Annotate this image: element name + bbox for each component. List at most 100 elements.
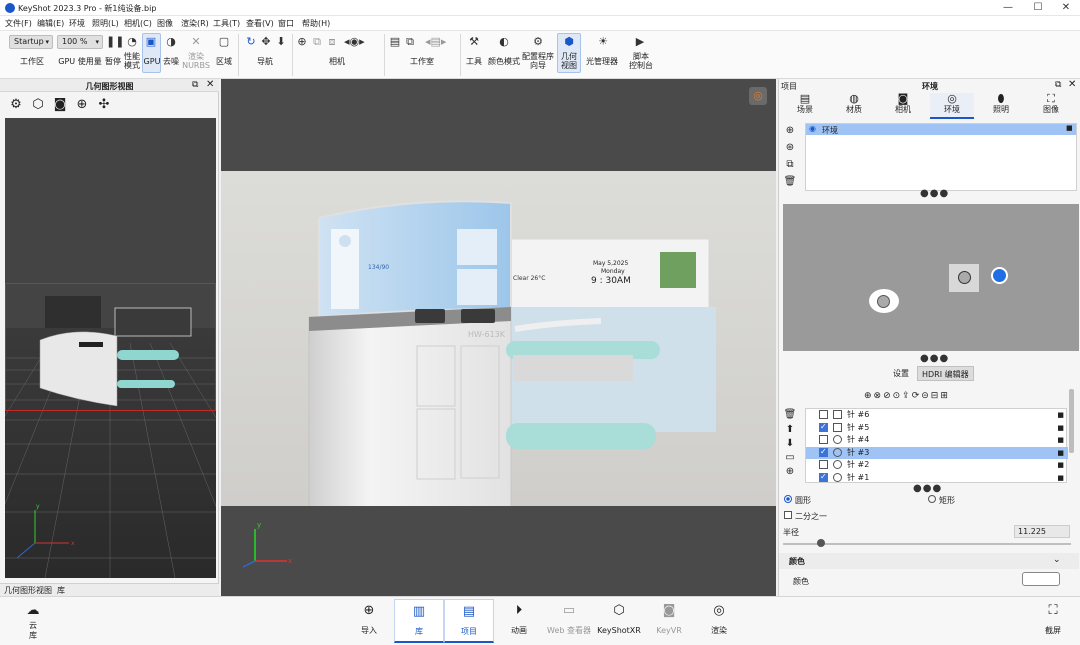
half-checkbox[interactable] (784, 511, 792, 519)
tab-settings[interactable]: 设置 (889, 366, 913, 381)
project-button[interactable]: ▤ 项目 (444, 599, 494, 643)
shape-rect-radio[interactable] (928, 495, 936, 503)
splitter-handle[interactable]: ●●● (920, 188, 949, 199)
close-button[interactable]: ✕ (1053, 1, 1079, 15)
menu-help[interactable]: 帮助(H) (302, 18, 330, 29)
camera-lock-icon[interactable]: ⧈ (325, 35, 339, 49)
list-item-selected[interactable]: 针 #3■ (806, 446, 1068, 459)
radius-slider-track[interactable] (783, 543, 1071, 545)
animation-button[interactable]: ⏵ 动画 (494, 599, 544, 643)
pin-marker[interactable] (958, 271, 971, 284)
zoom-select[interactable]: 100 % ▾ (57, 35, 103, 49)
color-section-header[interactable] (779, 553, 1079, 569)
import-button[interactable]: ⊕ 导入 (344, 599, 394, 643)
screenshot-button[interactable]: ⛶ 截屏 (1028, 599, 1078, 643)
list-item[interactable]: ◉ 环境 ■ (806, 124, 1076, 135)
list-item[interactable]: 针 #5■ (806, 421, 1068, 434)
list-item[interactable]: 针 #1■ (806, 471, 1068, 484)
lock-icon[interactable]: ■ (1057, 447, 1064, 459)
list-item[interactable]: 针 #2 ■ (806, 459, 1068, 471)
shape-circle-radio[interactable] (784, 495, 792, 503)
down-arrow-icon[interactable]: ⬇ (783, 437, 797, 451)
tab-material[interactable]: ◍ 材质 (832, 93, 876, 119)
hdri-canvas[interactable] (783, 204, 1079, 351)
denoise-icon[interactable]: ◑ (164, 35, 178, 49)
keyvr-button[interactable]: ◙ KeyVR (644, 599, 694, 643)
studio-nav-icon[interactable]: ◂▤▸ (425, 35, 446, 49)
tab-hdri-editor[interactable]: HDRI 编辑器 (917, 366, 974, 381)
close-icon[interactable]: ✕ (1068, 79, 1076, 90)
pin-checkbox[interactable] (819, 446, 828, 458)
minimize-button[interactable]: — (995, 1, 1021, 15)
pin-checkbox[interactable] (819, 460, 828, 469)
camera-icon[interactable]: ◙ (51, 96, 69, 114)
splitter-handle[interactable]: ●●● (920, 353, 949, 364)
duplicate-environment-icon[interactable]: ⊛ (783, 141, 797, 155)
axes-icon[interactable]: ✣ (95, 96, 113, 114)
add-environment-icon[interactable]: ⊕ (783, 124, 797, 138)
close-icon[interactable]: ✕ (206, 79, 214, 90)
cube-icon[interactable]: ⬡ (29, 96, 47, 114)
pin-checkbox[interactable] (819, 435, 828, 444)
performance-icon[interactable]: ◔ (125, 35, 139, 49)
radius-slider-handle[interactable] (817, 539, 825, 547)
camera-copy-icon[interactable]: ⧉ (310, 35, 324, 49)
tab-camera[interactable]: ◙ 相机 (881, 93, 925, 119)
lock-icon[interactable]: ■ (1057, 459, 1064, 471)
nurbs-icon[interactable]: ✕ (189, 35, 203, 49)
list-item[interactable]: 针 #4 ■ (806, 434, 1068, 446)
menu-window[interactable]: 窗口 (278, 18, 294, 29)
tab-scene[interactable]: ▤ 场景 (783, 93, 827, 119)
maximize-button[interactable]: ☐ (1025, 1, 1051, 15)
pin-marker-selected[interactable] (991, 267, 1008, 284)
render-settings-icon[interactable]: ◎ (749, 87, 767, 105)
keyshotxr-button[interactable]: ⬡ KeyShotXR (594, 599, 644, 643)
scrollbar[interactable] (1069, 389, 1074, 453)
up-arrow-icon[interactable]: ⬆ (783, 423, 797, 437)
trash-icon[interactable]: 🗑 (783, 408, 797, 422)
tab-library[interactable]: 库 (57, 585, 65, 596)
camera-nav-icon[interactable]: ◂◉▸ (344, 35, 365, 49)
menu-image[interactable]: 图像 (157, 18, 173, 29)
down-arrow-icon[interactable]: ⬇ (274, 35, 288, 49)
pin-marker[interactable] (877, 295, 890, 308)
lock-icon[interactable]: ■ (1057, 422, 1064, 434)
lock-icon[interactable]: ■ (1057, 434, 1064, 446)
tab-lighting[interactable]: ⬮ 照明 (979, 93, 1023, 119)
tools-icon[interactable]: ⚒ (467, 35, 481, 49)
studio-copy-icon[interactable]: ⧉ (403, 35, 417, 49)
tab-image[interactable]: ⛶ 图像 (1029, 93, 1073, 119)
lock-icon[interactable]: ■ (1066, 124, 1073, 132)
gear-icon[interactable]: ⚙ (7, 96, 25, 114)
undock-icon[interactable]: ⧉ (1055, 80, 1061, 90)
menu-render[interactable]: 渲染(R) (181, 18, 209, 29)
pin-checkbox[interactable] (819, 471, 828, 483)
lock-icon[interactable]: ■ (1057, 472, 1064, 484)
trash-icon[interactable]: 🗑 (783, 175, 797, 189)
region-icon[interactable]: ▢ (217, 35, 231, 49)
chevron-down-icon[interactable]: ⌄ (1053, 555, 1061, 565)
workspace-select[interactable]: Startup ▾ (9, 35, 53, 49)
list-item[interactable]: 针 #6 ■ (806, 409, 1068, 421)
menu-environment[interactable]: 环境 (69, 18, 85, 29)
menu-edit[interactable]: 编辑(E) (37, 18, 64, 29)
radius-input[interactable]: 11.225 (1014, 525, 1070, 538)
web-viewer-button[interactable]: ▭ Web 查看器 (544, 599, 594, 643)
menu-lighting[interactable]: 照明(L) (92, 18, 119, 29)
menu-camera[interactable]: 相机(C) (124, 18, 152, 29)
target-icon[interactable]: ⊕ (783, 465, 797, 479)
studio-add-icon[interactable]: ▤ (388, 35, 402, 49)
fit-icon[interactable]: ✥ (259, 35, 273, 49)
refresh-icon[interactable]: ↻ (244, 35, 258, 49)
script-console-icon[interactable]: ▶ (633, 35, 647, 49)
palette-icon[interactable]: ◐ (497, 35, 511, 49)
pin-checkbox[interactable] (819, 421, 828, 433)
menu-tools[interactable]: 工具(T) (213, 18, 240, 29)
render-viewport[interactable]: Clear 26°C May 5,2025 Monday 9 : 30AM 13… (221, 79, 776, 596)
pin-checkbox[interactable] (819, 410, 828, 419)
pause-icon[interactable]: ❚❚ (106, 35, 124, 49)
cloud-library-button[interactable]: ☁ 云 库 (8, 599, 58, 643)
tab-environment[interactable]: ◎ 环境 (930, 93, 974, 119)
color-swatch[interactable] (1022, 572, 1060, 586)
menu-view[interactable]: 查看(V) (246, 18, 274, 29)
